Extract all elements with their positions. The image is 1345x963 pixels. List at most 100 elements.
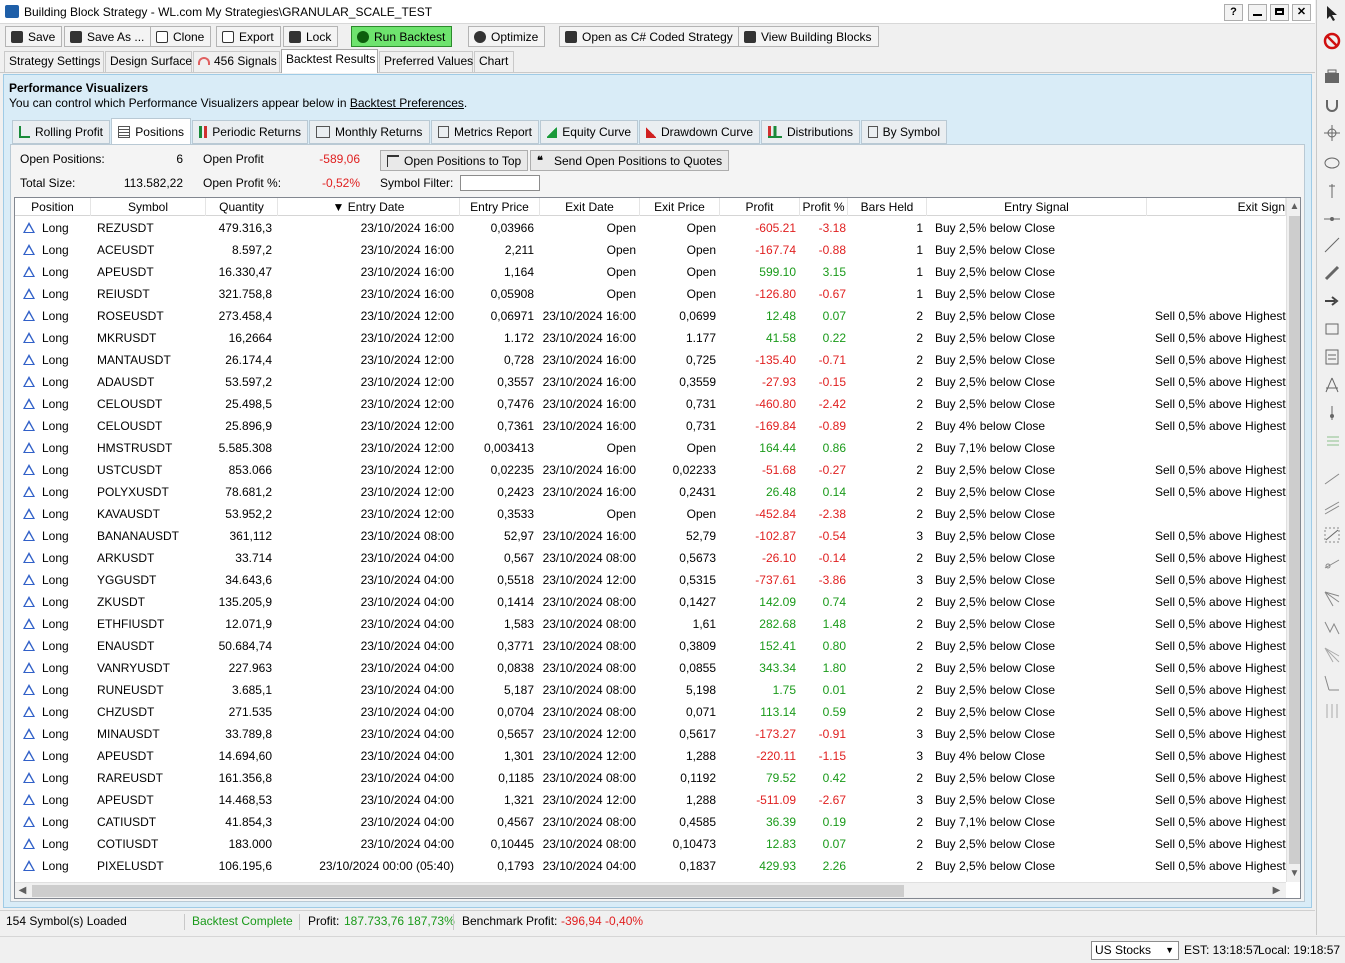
table-row[interactable]: Long RAREUSDT 161.356,8 23/10/2024 04:00 0,1… bbox=[15, 767, 1286, 789]
zigzag-icon[interactable] bbox=[1323, 618, 1341, 636]
crosshair-icon[interactable] bbox=[1323, 124, 1341, 142]
channel-icon[interactable] bbox=[1323, 498, 1341, 516]
clone-button[interactable]: Clone bbox=[150, 26, 212, 47]
table-row[interactable]: Long ACEUSDT 8.597,2 23/10/2024 16:00 2,211 O… bbox=[15, 239, 1286, 261]
rectangle-icon[interactable] bbox=[1323, 320, 1341, 338]
fan-lines-icon[interactable] bbox=[1323, 590, 1341, 608]
pitchfork-icon[interactable] bbox=[1323, 376, 1341, 394]
fibonacci-icon[interactable] bbox=[1323, 432, 1341, 450]
ptab-monthly-returns[interactable]: Monthly Returns bbox=[309, 120, 430, 144]
table-row[interactable]: Long PIXELUSDT 106.195,6 23/10/2024 00:00 (… bbox=[15, 855, 1286, 877]
table-row[interactable]: Long REIUSDT 321.758,8 23/10/2024 16:00 0,05… bbox=[15, 283, 1286, 305]
table-row[interactable]: Long ETHFIUSDT 12.071,9 23/10/2024 04:00 1,5… bbox=[15, 613, 1286, 635]
column-header-exit-price[interactable]: Exit Price bbox=[640, 198, 720, 216]
table-row[interactable]: Long HMSTRUSDT 5.585.308 23/10/2024 12:00 0,… bbox=[15, 437, 1286, 459]
lock-button[interactable]: Lock bbox=[283, 26, 339, 47]
table-row[interactable]: Long MANTAUSDT 26.174,4 23/10/2024 12:00 0,7… bbox=[15, 349, 1286, 371]
table-row[interactable]: Long APEUSDT 14.468,53 23/10/2024 04:00 1,32… bbox=[15, 789, 1286, 811]
optimize-button[interactable]: Optimize bbox=[468, 26, 546, 47]
tab-signals[interactable]: 456 Signals bbox=[193, 51, 280, 72]
tab-backtest-results[interactable]: Backtest Results bbox=[281, 49, 378, 73]
trendline-icon[interactable] bbox=[1323, 236, 1341, 254]
table-row[interactable]: Long RUNEUSDT 3.685,1 23/10/2024 04:00 5,187… bbox=[15, 679, 1286, 701]
table-row[interactable]: Long CATIUSDT 41.854,3 23/10/2024 04:00 0,45… bbox=[15, 811, 1286, 833]
table-row[interactable]: Long ARKUSDT 33.714 23/10/2024 04:00 0,567 23… bbox=[15, 547, 1286, 569]
column-header-symbol[interactable]: Symbol bbox=[91, 198, 206, 216]
table-row[interactable]: Long ENAUSDT 50.684,74 23/10/2024 04:00 0,37… bbox=[15, 635, 1286, 657]
backtest-preferences-link[interactable]: Backtest Preferences bbox=[350, 96, 464, 110]
time-cycles-icon[interactable] bbox=[1323, 674, 1341, 692]
column-header-entry-price[interactable]: Entry Price bbox=[460, 198, 540, 216]
ptab-positions[interactable]: Positions bbox=[111, 118, 191, 145]
vertical-scrollbar[interactable]: ▲ ▼ bbox=[1286, 198, 1300, 882]
ray-icon[interactable] bbox=[1323, 470, 1341, 488]
table-row[interactable]: Long BANANAUSDT 361,112 23/10/2024 08:00 52,… bbox=[15, 525, 1286, 547]
column-header-profit[interactable]: Profit bbox=[720, 198, 800, 216]
send-open-positions-button[interactable]: ❝ Send Open Positions to Quotes bbox=[530, 150, 730, 171]
column-header-exit-date[interactable]: Exit Date bbox=[540, 198, 640, 216]
scroll-up-icon[interactable]: ▲ bbox=[1287, 199, 1300, 214]
column-header-exit-signal[interactable]: Exit Sign bbox=[1147, 198, 1286, 216]
vertical-line-icon[interactable] bbox=[1323, 182, 1341, 200]
no-entry-icon[interactable] bbox=[1323, 32, 1341, 50]
table-row[interactable]: Long POLYXUSDT 78.681,2 23/10/2024 12:00 0,2… bbox=[15, 481, 1286, 503]
tab-chart[interactable]: Chart bbox=[474, 51, 514, 72]
cursor-icon[interactable] bbox=[1323, 4, 1341, 22]
view-building-blocks-button[interactable]: View Building Blocks bbox=[738, 26, 879, 47]
horizontal-line-icon[interactable] bbox=[1323, 210, 1341, 228]
open-csharp-button[interactable]: Open as C# Coded Strategy bbox=[559, 26, 740, 47]
table-row[interactable]: Long VANRYUSDT 227.963 23/10/2024 04:00 0,08… bbox=[15, 657, 1286, 679]
vertical-marker-icon[interactable] bbox=[1323, 404, 1341, 422]
table-row[interactable]: Long COTIUSDT 183.000 23/10/2024 04:00 0,104… bbox=[15, 833, 1286, 855]
ptab-drawdown-curve[interactable]: Drawdown Curve bbox=[639, 120, 760, 144]
table-row[interactable]: Long REZUSDT 479.316,3 23/10/2024 16:00 0,03… bbox=[15, 217, 1286, 239]
regression-icon[interactable] bbox=[1323, 526, 1341, 544]
market-select[interactable]: US Stocks ▼ bbox=[1091, 941, 1179, 960]
gann-fan-icon[interactable] bbox=[1323, 646, 1341, 664]
text-note-icon[interactable] bbox=[1323, 348, 1341, 366]
ptab-distributions[interactable]: Distributions bbox=[761, 120, 860, 144]
tab-preferred-values[interactable]: Preferred Values bbox=[379, 51, 473, 72]
column-header-profit-pct[interactable]: Profit % bbox=[800, 198, 848, 216]
magnet-icon[interactable] bbox=[1323, 96, 1341, 114]
horizontal-scroll-thumb[interactable] bbox=[32, 885, 904, 897]
speed-line-icon[interactable] bbox=[1323, 554, 1341, 572]
scroll-left-icon[interactable]: ◀ bbox=[15, 883, 30, 898]
table-row[interactable]: Long ADAUSDT 53.597,2 23/10/2024 12:00 0,355… bbox=[15, 371, 1286, 393]
ptab-periodic-returns[interactable]: Periodic Returns bbox=[192, 120, 308, 144]
table-row[interactable]: Long ZKUSDT 135.205,9 23/10/2024 04:00 0,141… bbox=[15, 591, 1286, 613]
table-row[interactable]: Long APEUSDT 16.330,47 23/10/2024 16:00 1,16… bbox=[15, 261, 1286, 283]
ptab-by-symbol[interactable]: By Symbol bbox=[861, 120, 947, 144]
column-header-position[interactable]: Position bbox=[15, 198, 91, 216]
export-button[interactable]: Export bbox=[216, 26, 281, 47]
horizontal-scrollbar[interactable]: ◀ ▶ bbox=[15, 882, 1286, 898]
save-button[interactable]: Save bbox=[5, 26, 63, 47]
open-positions-to-top-button[interactable]: Open Positions to Top bbox=[380, 150, 529, 171]
ellipse-icon[interactable] bbox=[1323, 154, 1341, 172]
table-row[interactable]: Long CHZUSDT 271.535 23/10/2024 04:00 0,0704… bbox=[15, 701, 1286, 723]
column-header-bars-held[interactable]: Bars Held bbox=[848, 198, 927, 216]
toolbox-icon[interactable] bbox=[1323, 68, 1341, 86]
table-row[interactable]: Long KAVAUSDT 53.952,2 23/10/2024 12:00 0,35… bbox=[15, 503, 1286, 525]
pencil-icon[interactable] bbox=[1323, 264, 1341, 282]
run-backtest-button[interactable]: Run Backtest bbox=[351, 26, 453, 47]
column-header-entry-date[interactable]: ▼ Entry Date bbox=[278, 198, 460, 216]
column-header-quantity[interactable]: Quantity bbox=[206, 198, 278, 216]
table-row[interactable]: Long MKRUSDT 16,2664 23/10/2024 12:00 1.172 2… bbox=[15, 327, 1286, 349]
table-row[interactable]: Long USTCUSDT 853.066 23/10/2024 12:00 0,022… bbox=[15, 459, 1286, 481]
arrow-icon[interactable] bbox=[1323, 292, 1341, 310]
table-row[interactable]: Long CELOUSDT 25.498,5 23/10/2024 12:00 0,74… bbox=[15, 393, 1286, 415]
table-row[interactable]: Long ROSEUSDT 273.458,4 23/10/2024 12:00 0,0… bbox=[15, 305, 1286, 327]
table-row[interactable]: Long YGGUSDT 34.643,6 23/10/2024 04:00 0,551… bbox=[15, 569, 1286, 591]
ptab-equity-curve[interactable]: Equity Curve bbox=[540, 120, 638, 144]
close-button[interactable]: ✕ bbox=[1292, 4, 1311, 21]
column-header-entry-signal[interactable]: Entry Signal bbox=[927, 198, 1147, 216]
cycle-lines-icon[interactable] bbox=[1323, 702, 1341, 720]
vertical-scroll-thumb[interactable] bbox=[1289, 216, 1300, 864]
ptab-metrics-report[interactable]: Metrics Report bbox=[431, 120, 539, 144]
symbol-filter-input[interactable] bbox=[460, 175, 540, 191]
scroll-down-icon[interactable]: ▼ bbox=[1287, 866, 1300, 881]
help-button[interactable]: ? bbox=[1224, 4, 1243, 21]
minimize-button[interactable] bbox=[1248, 4, 1267, 21]
ptab-rolling-profit[interactable]: Rolling Profit bbox=[12, 120, 110, 144]
